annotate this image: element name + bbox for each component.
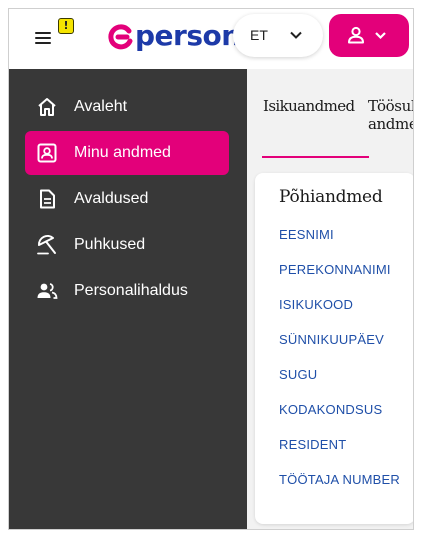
home-icon — [38, 98, 56, 116]
tab-toosuhte-andmed[interactable]: Töösuh andme — [368, 69, 414, 149]
document-icon — [40, 189, 55, 209]
chevron-down-icon — [290, 31, 302, 39]
field-label-tootaja-number: TÖÖTAJA NUMBER — [279, 472, 401, 487]
user-icon — [348, 26, 364, 44]
beach-umbrella-icon — [37, 234, 56, 255]
pohiandmed-card: Põhiandmed EESNIMI PEREKONNANIMI ISIKUKO… — [255, 173, 413, 524]
people-icon — [37, 283, 58, 299]
field-label-eesnimi: EESNIMI — [279, 227, 334, 242]
tab-label-line1: Töösuh — [368, 97, 413, 115]
sidebar-item-label: Minu andmed — [74, 144, 171, 161]
app-frame: ! persona ET Avaleht Minu andmed Avaldus… — [8, 8, 414, 530]
sidebar-item-personalihaldus[interactable]: Personalihaldus — [25, 269, 229, 313]
tab-label: Isikuandmed — [263, 97, 355, 115]
field-label-sugu: SUGU — [279, 367, 318, 382]
field-label-sunnikuupaev: SÜNNIKUUPÄEV — [279, 332, 384, 347]
field-label-isikukood: ISIKUKOOD — [279, 297, 354, 312]
sidebar-item-label: Personalihaldus — [74, 282, 188, 299]
sidebar: Avaleht Minu andmed Avaldused Puhkused P… — [9, 69, 247, 529]
hamburger-icon-bar — [35, 42, 51, 44]
active-tab-indicator — [262, 156, 369, 158]
field-label-resident: RESIDENT — [279, 437, 347, 452]
language-value: ET — [250, 27, 268, 43]
main-content: Isikuandmed Töösuh andme Põhiandmed EESN… — [247, 69, 414, 529]
top-header: ! persona ET — [9, 9, 413, 69]
logo-mark-icon — [108, 24, 133, 50]
field-label-perekonnanimi: PEREKONNANIMI — [279, 262, 391, 277]
hamburger-icon-bar — [35, 37, 51, 39]
sidebar-item-puhkused[interactable]: Puhkused — [25, 223, 229, 267]
logo-text: persona — [135, 20, 247, 52]
profile-card-icon — [37, 143, 57, 163]
sidebar-item-minu-andmed[interactable]: Minu andmed — [25, 131, 229, 175]
tab-label-line2: andme — [368, 115, 414, 133]
persona-logo[interactable]: persona — [107, 20, 247, 54]
sidebar-item-label: Avaldused — [74, 190, 149, 207]
language-select[interactable]: ET — [233, 14, 323, 57]
hamburger-menu-button[interactable] — [33, 27, 55, 49]
tab-isikuandmed[interactable]: Isikuandmed — [263, 69, 369, 159]
chevron-down-icon — [375, 32, 386, 40]
sidebar-item-label: Avaleht — [74, 98, 128, 115]
warning-badge[interactable]: ! — [58, 18, 74, 34]
card-title: Põhiandmed — [279, 187, 383, 207]
hamburger-icon — [35, 32, 51, 34]
sidebar-item-avaldused[interactable]: Avaldused — [25, 177, 229, 221]
sidebar-item-label: Puhkused — [74, 236, 146, 253]
sidebar-item-avaleht[interactable]: Avaleht — [25, 85, 229, 129]
field-label-kodakondsus: KODAKONDSUS — [279, 402, 383, 417]
user-menu-button[interactable] — [329, 14, 409, 57]
